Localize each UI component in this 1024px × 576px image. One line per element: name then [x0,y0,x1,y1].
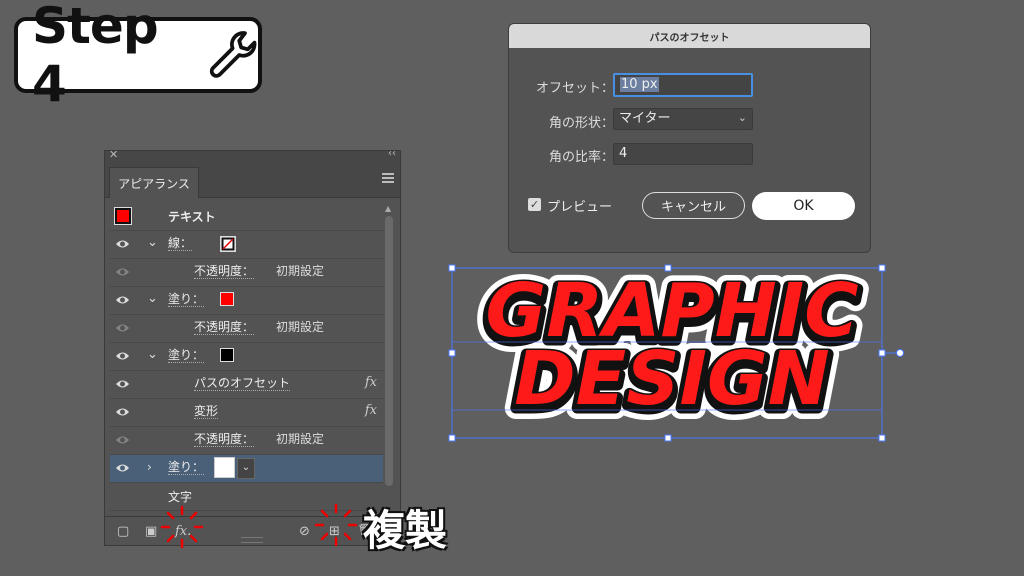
miter-limit-label: 角の比率： [548,150,614,165]
panel-scrollbar[interactable]: ▲ [384,204,394,494]
highlight-burst-icon [160,505,204,549]
fill-swatch[interactable] [220,292,234,306]
chevron-down-icon[interactable]: ⌄ [147,235,158,250]
preview-label[interactable]: プレビュー [547,196,612,215]
visibility-eye-icon[interactable] [115,406,130,418]
fill-swatch[interactable] [214,457,235,478]
opacity-label[interactable]: 不透明度： [194,432,255,447]
clear-appearance-icon[interactable]: ⊘ [299,524,310,539]
joins-label: 角の形状： [548,116,614,131]
scroll-up-icon[interactable]: ▲ [385,204,391,213]
fill-label[interactable]: 塗り： [168,348,205,363]
opacity-value: 初期設定 [276,432,325,446]
fx-icon[interactable]: fx [365,403,377,418]
step-label: Step 4 [32,0,159,113]
effect-transform-link[interactable]: 変形 [194,404,219,419]
graphic-design-artwork[interactable]: GRAPHIC DESIGN GRAPHIC DESIGN GRAPHIC DE… [440,258,910,448]
appearance-row-effect[interactable]: パスのオフセット fx [110,371,383,399]
wrench-icon [209,31,257,78]
visibility-eye-icon[interactable] [115,462,130,474]
appearance-row-fill[interactable]: ⌄ 塗り： [110,343,383,371]
characters-label[interactable]: 文字 [168,488,192,505]
fill-label[interactable]: 塗り： [168,460,205,475]
miter-limit-input[interactable]: 4 [613,143,753,165]
appearance-row-fill[interactable]: ⌄ 塗り： [110,287,383,315]
chevron-down-icon[interactable]: ⌄ [147,347,158,362]
appearance-row-opacity[interactable]: 不透明度： 初期設定 [110,259,383,287]
object-type-label: テキスト [168,210,216,224]
chevron-down-icon: ⌄ [737,111,747,124]
artwork-line-2: DESIGN [514,336,829,422]
visibility-eye-icon[interactable] [115,434,130,446]
ok-button[interactable]: OK [752,192,855,220]
visibility-eye-icon[interactable] [115,266,130,278]
appearance-row-object[interactable]: テキスト [110,203,383,231]
offset-value: 10 px [620,77,659,92]
visibility-eye-icon[interactable] [115,350,130,362]
offset-label: オフセット： [535,81,614,96]
swatch-dropdown-icon[interactable]: ⌄ [237,458,255,479]
step-badge: Step 4 [14,0,262,113]
appearance-row-effect[interactable]: 変形 fx [110,399,383,427]
preview-checkbox[interactable]: ✓ [528,198,541,211]
close-icon[interactable]: ✕ [109,148,118,161]
stroke-swatch-none-icon[interactable] [220,236,236,252]
offset-input[interactable]: 10 px [613,73,753,97]
appearance-row-opacity[interactable]: 不透明度： 初期設定 [110,427,383,455]
chevron-down-icon[interactable]: ⌄ [147,291,158,306]
appearance-list: テキスト ⌄ 線： 不透明度： 初期設定 ⌄ 塗り： 不透明度： 初期設定 ⌄ … [110,203,383,511]
appearance-row-stroke[interactable]: ⌄ 線： [110,231,383,259]
object-swatch [114,207,132,225]
panel-titlebar: ✕ ‹‹ [105,148,400,163]
opacity-label[interactable]: 不透明度： [194,320,255,335]
visibility-eye-icon[interactable] [115,378,130,390]
tab-appearance[interactable]: アピアランス [109,167,199,198]
duplicate-callout: 複製 [363,506,448,555]
opacity-value: 初期設定 [276,264,325,278]
fill-swatch[interactable] [220,348,234,362]
scroll-thumb[interactable] [385,216,393,486]
effect-offset-path-link[interactable]: パスのオフセット [194,376,291,391]
fill-label[interactable]: 塗り： [168,292,205,307]
miter-limit-value: 4 [619,146,628,161]
offset-path-dialog: パスのオフセット オフセット： 10 px 角の形状： マイター ⌄ 角の比率：… [508,23,871,253]
stroke-label[interactable]: 線： [168,236,193,251]
panel-menu-icon[interactable] [382,173,394,183]
add-fill-icon[interactable]: ▣ [145,524,157,539]
cancel-button[interactable]: キャンセル [642,192,745,219]
panel-tabbar: アピアランス [105,163,400,198]
appearance-panel: ✕ ‹‹ アピアランス テキスト ⌄ 線： 不透明度： 初期設定 ⌄ 塗り： 不… [104,148,401,546]
appearance-row-opacity[interactable]: 不透明度： 初期設定 [110,315,383,343]
fx-icon[interactable]: fx [365,375,377,390]
appearance-row-fill-selected[interactable]: › 塗り： ⌄ [110,455,383,483]
opacity-value: 初期設定 [276,320,325,334]
opacity-label[interactable]: 不透明度： [194,264,255,279]
joins-select[interactable]: マイター ⌄ [613,108,753,130]
chevron-right-icon[interactable]: › [147,460,152,474]
dialog-title: パスのオフセット [509,24,870,48]
add-stroke-icon[interactable]: ▢ [117,524,129,539]
visibility-eye-icon[interactable] [115,322,130,334]
collapse-icon[interactable]: ‹‹ [388,148,396,159]
visibility-eye-icon[interactable] [115,238,130,250]
resize-grip[interactable] [241,537,263,543]
joins-value: マイター [619,111,671,126]
visibility-eye-icon[interactable] [115,294,130,306]
highlight-burst-icon [314,503,358,547]
